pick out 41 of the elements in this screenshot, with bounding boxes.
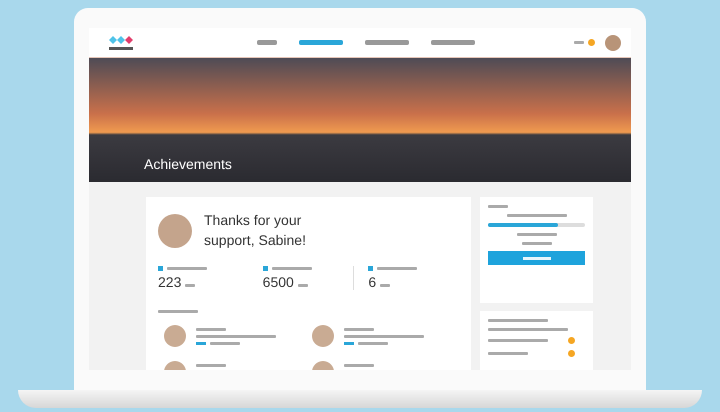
tag	[196, 342, 206, 346]
stat-value: 6	[368, 274, 376, 290]
stat-icon	[158, 266, 163, 272]
blurred-text	[344, 328, 374, 332]
blurred-text	[298, 284, 308, 288]
avatar	[164, 325, 186, 348]
blurred-text	[488, 339, 548, 342]
avatar	[158, 214, 192, 248]
thanks-message: Thanks for your support, Sabine!	[204, 211, 307, 250]
blurred-text	[167, 267, 207, 270]
blurred-text	[196, 364, 226, 368]
stat-icon	[368, 266, 374, 272]
blurred-text	[377, 267, 418, 270]
avatar[interactable]	[605, 34, 621, 50]
stat-value: 6500	[262, 274, 294, 290]
blurred-text	[488, 352, 528, 355]
nav-link[interactable]	[257, 40, 277, 45]
nav-link[interactable]	[431, 40, 475, 45]
blurred-text	[488, 205, 508, 208]
stat-icon	[262, 266, 268, 272]
blurred-text	[574, 41, 584, 44]
page-title: Achievements	[144, 156, 232, 172]
blurred-text	[210, 342, 240, 346]
blurred-text	[522, 242, 552, 245]
blurred-text	[158, 310, 198, 314]
blurred-text	[380, 284, 390, 288]
blurred-text	[196, 328, 226, 332]
nav-link[interactable]	[365, 40, 409, 45]
action-button[interactable]	[488, 251, 585, 265]
blurred-text	[506, 214, 566, 217]
blurred-text	[516, 233, 556, 236]
blurred-text	[488, 319, 548, 322]
blurred-text	[185, 284, 196, 288]
avatar	[312, 325, 334, 348]
blurred-text	[272, 267, 312, 270]
tag	[344, 342, 354, 346]
nav-link[interactable]	[299, 40, 343, 45]
blurred-text	[344, 364, 374, 368]
coin-icon	[588, 39, 595, 46]
blurred-text	[358, 342, 388, 346]
stat-value: 223	[158, 274, 182, 290]
